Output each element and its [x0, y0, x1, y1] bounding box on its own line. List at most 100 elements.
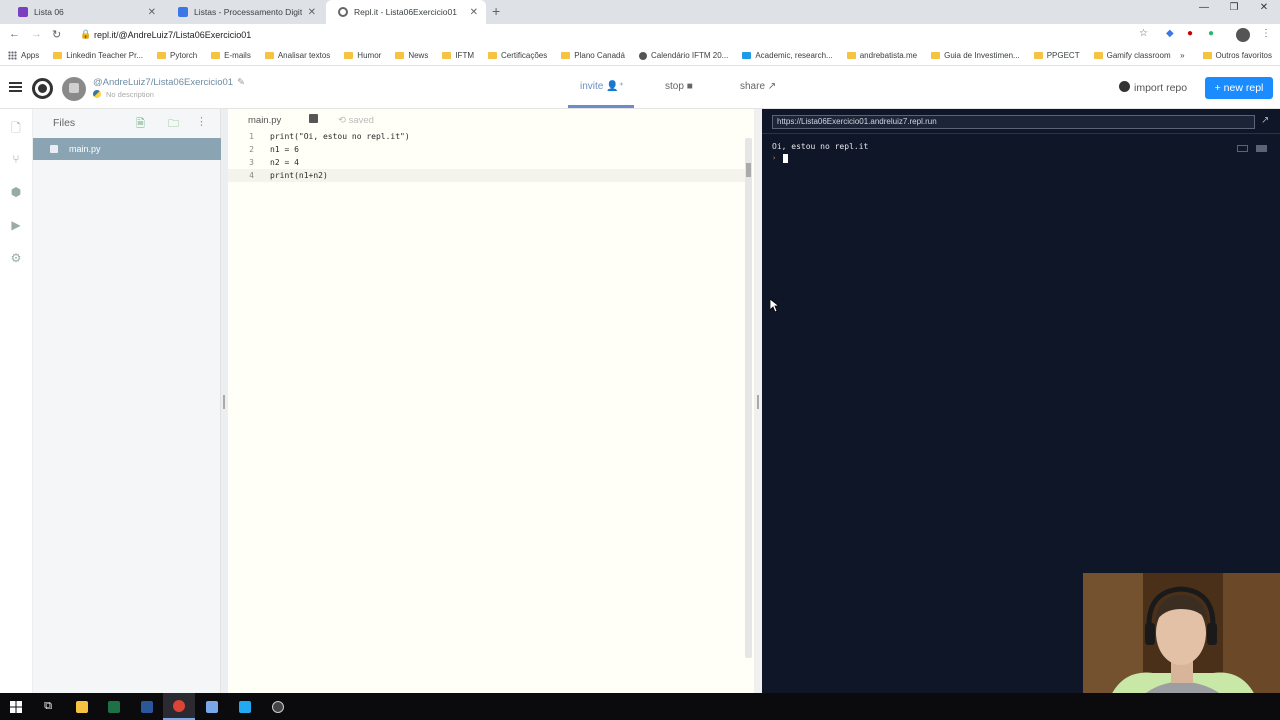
version-control-icon[interactable]: ⑂: [9, 152, 23, 166]
close-icon[interactable]: ✕: [470, 7, 478, 18]
bookmark-apps[interactable]: Apps: [8, 51, 39, 60]
file-explorer-icon[interactable]: [66, 693, 98, 720]
extension-icon[interactable]: ●: [1187, 28, 1193, 39]
chrome-icon[interactable]: [163, 693, 195, 720]
editor-scrollbar[interactable]: [745, 138, 752, 658]
folder-icon: [1202, 52, 1212, 59]
extension-icon[interactable]: ◆: [1166, 28, 1174, 39]
vscode-icon[interactable]: [229, 693, 261, 720]
image-viewer-icon[interactable]: [196, 693, 228, 720]
stop-button[interactable]: stop ■: [665, 81, 693, 92]
new-repl-button[interactable]: + new repl: [1205, 77, 1273, 99]
pane-splitter[interactable]: [754, 109, 762, 693]
format-icon[interactable]: [309, 114, 318, 123]
close-window-icon[interactable]: ✕: [1249, 2, 1279, 13]
bookmark[interactable]: Gamify classroom: [1093, 51, 1171, 60]
hamburger-menu-icon[interactable]: [9, 82, 22, 92]
files-icon[interactable]: 🗋: [9, 119, 23, 135]
python-icon: [93, 90, 101, 98]
invite-button[interactable]: invite 👤⁺: [580, 81, 624, 92]
bookmarks-overflow[interactable]: »: [1180, 51, 1184, 60]
expand-icon[interactable]: [1237, 145, 1248, 152]
console-prompt: ›: [772, 154, 777, 162]
bookmark[interactable]: Certificações: [488, 51, 547, 60]
obs-icon[interactable]: [262, 693, 294, 720]
forward-icon[interactable]: →: [31, 28, 42, 40]
code-lines[interactable]: 1 print("Oi, estou no repl.it") 2 n1 = 6…: [228, 130, 746, 182]
debugger-icon[interactable]: ▶: [9, 218, 23, 232]
code-line[interactable]: 3 n2 = 4: [228, 156, 746, 169]
add-folder-icon[interactable]: 🗀: [168, 115, 179, 134]
drag-handle[interactable]: [223, 395, 225, 409]
close-icon[interactable]: ✕: [308, 7, 316, 18]
menu-icon[interactable]: ⋮: [1261, 28, 1271, 39]
pane-splitter[interactable]: [221, 109, 228, 693]
line-number: 4: [249, 171, 254, 180]
browser-tab-active[interactable]: Repl.it - Lista06Exercicio01 ✕: [326, 0, 486, 24]
bookmark[interactable]: andrebatista.me: [846, 51, 917, 60]
saved-status: ⟲ saved: [338, 115, 374, 126]
restore-icon[interactable]: ❐: [1219, 2, 1249, 13]
code-line[interactable]: 2 n1 = 6: [228, 143, 746, 156]
word-icon[interactable]: [131, 693, 163, 720]
editor-tab[interactable]: main.py: [248, 115, 281, 126]
task-view-icon[interactable]: ⧉: [32, 693, 64, 720]
bookmark[interactable]: Academic, research...: [742, 51, 833, 60]
bookmark[interactable]: Plano Canadá: [561, 51, 625, 60]
browser-tab[interactable]: Lista 06 ✕: [6, 0, 164, 24]
profile-avatar[interactable]: [1236, 28, 1250, 42]
new-tab-button[interactable]: +: [492, 3, 500, 19]
add-file-icon[interactable]: 🗎: [136, 115, 145, 134]
folder-icon: [846, 52, 856, 59]
bookmark[interactable]: IFTM: [442, 51, 474, 60]
more-options-icon[interactable]: ⋮: [196, 115, 207, 128]
star-icon[interactable]: ☆: [1139, 28, 1148, 39]
code-editor[interactable]: main.py ⟲ saved 1 print("Oi, estou no re…: [228, 109, 754, 693]
bookmark[interactable]: Calendário IFTM 20...: [638, 51, 728, 60]
folder-icon: [395, 52, 405, 59]
bookmark[interactable]: Guia de Investimen...: [931, 51, 1020, 60]
bookmark[interactable]: Pytorch: [157, 51, 197, 60]
drag-handle[interactable]: [757, 395, 759, 409]
share-button[interactable]: share ↗: [740, 81, 776, 92]
import-repo-button[interactable]: import repo: [1119, 81, 1187, 94]
screen: Lista 06 ✕ Listas - Processamento Digita…: [0, 0, 1280, 720]
bookmark[interactable]: Humor: [344, 51, 381, 60]
bookmark[interactable]: PPGECT: [1033, 51, 1080, 60]
avatar[interactable]: [62, 77, 86, 101]
excel-icon[interactable]: [98, 693, 130, 720]
packages-icon[interactable]: ⬢: [9, 185, 23, 199]
code-line[interactable]: 1 print("Oi, estou no repl.it"): [228, 130, 746, 143]
folder-icon: [442, 52, 452, 59]
web-url-field[interactable]: https://Lista06Exercicio01.andreluiz7.re…: [772, 115, 1255, 129]
bookmark[interactable]: Linkedin Teacher Pr...: [53, 51, 143, 60]
tab-title: Repl.it - Lista06Exercicio01: [354, 7, 457, 17]
code-line-current[interactable]: 4 print(n1+n2): [228, 169, 746, 182]
clear-console-icon[interactable]: [1256, 145, 1267, 152]
minimize-icon[interactable]: —: [1189, 2, 1219, 13]
bookmark[interactable]: E-mails: [211, 51, 251, 60]
browser-tab[interactable]: Listas - Processamento Digital de ✕: [166, 0, 324, 24]
open-external-icon[interactable]: ↗: [1261, 115, 1269, 126]
code-text: n2 = 4: [270, 158, 299, 167]
url-field[interactable]: repl.it/@AndreLuiz7/Lista06Exercicio01: [94, 30, 251, 40]
windows-start-icon[interactable]: [0, 693, 32, 720]
pencil-icon[interactable]: ✎: [237, 77, 245, 88]
grammarly-icon[interactable]: ●: [1208, 28, 1214, 39]
reload-icon[interactable]: ↻: [52, 28, 61, 41]
folder-icon: [561, 52, 571, 59]
replit-logo[interactable]: [32, 78, 53, 99]
left-icon-rail: 🗋 ⑂ ⬢ ▶ ⚙: [0, 109, 33, 693]
close-icon[interactable]: ✕: [148, 7, 156, 18]
back-icon[interactable]: ←: [9, 28, 20, 40]
repl-title[interactable]: @AndreLuiz7/Lista06Exercicio01 ✎: [93, 77, 245, 88]
file-item[interactable]: main.py: [33, 138, 221, 160]
settings-icon[interactable]: ⚙: [9, 251, 23, 265]
repl-description[interactable]: No description: [106, 90, 154, 99]
bookmark[interactable]: Analisar textos: [264, 51, 330, 60]
line-number: 3: [249, 158, 254, 167]
invite-tab[interactable]: invite 👤⁺: [568, 67, 634, 108]
other-bookmarks[interactable]: » Outros favoritos: [1180, 51, 1272, 60]
folder-icon: [157, 52, 167, 59]
bookmark[interactable]: News: [395, 51, 428, 60]
